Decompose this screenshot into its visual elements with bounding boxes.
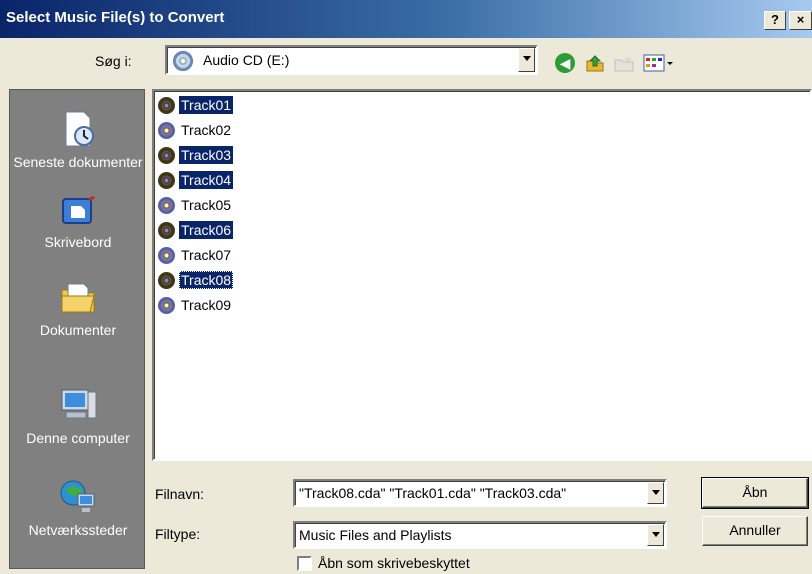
help-button[interactable]: ? — [764, 11, 786, 30]
open-button[interactable]: Åbn — [701, 477, 809, 509]
lookin-dropdown[interactable]: Audio CD (E:) — [165, 45, 538, 75]
place-network-label: Netværkssteder — [28, 522, 128, 538]
audio-cd-track-icon — [158, 121, 175, 139]
filename-dropdown-button[interactable] — [647, 482, 664, 504]
place-desktop-label: Skrivebord — [44, 234, 112, 250]
filetype-dropdown-button[interactable] — [647, 524, 664, 546]
filename-value: "Track08.cda" "Track01.cda" "Track03.cda… — [299, 485, 567, 501]
file-name: Track09 — [181, 297, 232, 313]
new-folder-icon[interactable] — [613, 53, 635, 73]
file-name: Track02 — [181, 122, 232, 138]
audio-cd-track-icon — [158, 246, 175, 264]
lookin-dropdown-button[interactable] — [518, 48, 535, 72]
my-documents-icon — [61, 283, 95, 313]
audio-cd-track-icon — [158, 96, 175, 114]
audio-cd-track-icon — [158, 171, 175, 189]
audio-cd-track-icon — [158, 146, 175, 164]
list-item[interactable]: Track03 — [158, 144, 234, 166]
recent-documents-icon — [65, 111, 94, 147]
lookin-label: Søg i: — [95, 53, 132, 69]
place-computer-label: Denne computer — [26, 430, 130, 446]
audio-cd-track-icon — [158, 271, 175, 289]
lookin-value: Audio CD (E:) — [203, 52, 290, 68]
list-item[interactable]: Track09 — [158, 294, 233, 316]
places-bar: Seneste dokumenter Skrivebord Dokumenter… — [9, 89, 145, 569]
list-item[interactable]: Track07 — [158, 244, 233, 266]
place-network[interactable]: Netværkssteder — [10, 478, 146, 539]
filename-label: Filnavn: — [155, 486, 205, 502]
file-name: Track07 — [181, 247, 232, 263]
file-name: Track04 — [179, 171, 234, 189]
filetype-label: Filtype: — [155, 526, 201, 542]
readonly-checkbox[interactable] — [297, 556, 312, 571]
title-bar: Select Music File(s) to Convert ? × — [0, 0, 812, 38]
audio-cd-track-icon — [158, 221, 175, 239]
audio-cd-track-icon — [158, 296, 175, 314]
views-menu-icon[interactable] — [643, 53, 675, 73]
list-item[interactable]: Track02 — [158, 119, 233, 141]
list-item[interactable]: Track01 — [158, 94, 234, 116]
file-name: Track01 — [179, 96, 234, 114]
cancel-button[interactable]: Annuller — [702, 516, 808, 546]
desktop-icon — [62, 196, 95, 224]
file-name: Track08 — [179, 271, 234, 289]
list-item[interactable]: Track06 — [158, 219, 234, 241]
filetype-value: Music Files and Playlists — [299, 527, 452, 543]
filename-field[interactable]: "Track08.cda" "Track01.cda" "Track03.cda… — [293, 479, 667, 507]
place-documents-label: Dokumenter — [39, 322, 117, 338]
readonly-label: Åbn som skrivebeskyttet — [318, 555, 470, 571]
up-folder-icon[interactable] — [585, 53, 605, 73]
file-list[interactable]: Track01 Track02 Track03 Track04 Track05 … — [152, 89, 812, 461]
file-name: Track03 — [179, 146, 234, 164]
place-desktop[interactable]: Skrivebord — [10, 196, 146, 251]
window-title: Select Music File(s) to Convert — [6, 9, 225, 26]
place-recent-label: Seneste dokumenter — [13, 154, 143, 170]
cd-drive-icon — [173, 51, 193, 71]
place-recent[interactable]: Seneste dokumenter — [10, 110, 146, 171]
audio-cd-track-icon — [158, 196, 175, 214]
filetype-dropdown[interactable]: Music Files and Playlists — [293, 521, 667, 549]
my-computer-icon — [61, 389, 97, 419]
list-item[interactable]: Track08 — [158, 269, 234, 291]
place-computer[interactable]: Denne computer — [10, 388, 146, 447]
network-places-icon — [60, 480, 95, 512]
list-item[interactable]: Track05 — [158, 194, 233, 216]
back-arrow-icon[interactable]: ◀ — [555, 53, 575, 73]
list-item[interactable]: Track04 — [158, 169, 234, 191]
close-button[interactable]: × — [789, 11, 812, 30]
place-documents[interactable]: Dokumenter — [10, 278, 146, 339]
file-name: Track06 — [179, 221, 234, 239]
file-name: Track05 — [181, 197, 232, 213]
